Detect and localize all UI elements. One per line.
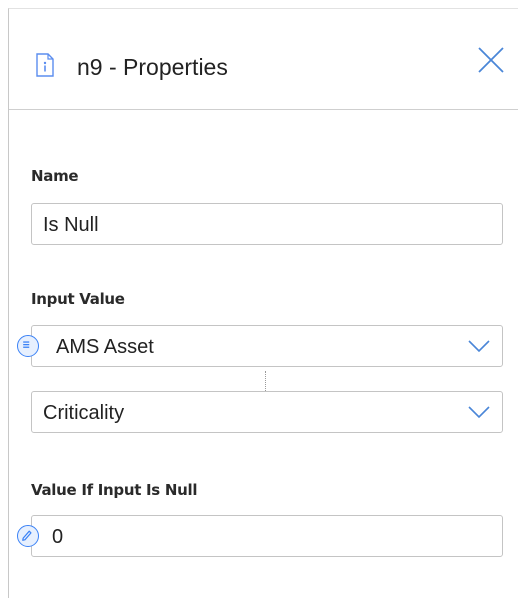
- null-value-field[interactable]: 0: [31, 515, 503, 557]
- input-field-value: Criticality: [43, 402, 125, 424]
- name-value: Is Null: [43, 214, 99, 236]
- properties-panel: n9 - Properties Name Is Null Input Value…: [8, 8, 518, 598]
- input-field-select[interactable]: Criticality: [31, 391, 503, 433]
- panel-title: n9 - Properties: [77, 54, 228, 80]
- input-source-select[interactable]: AMS Asset: [31, 325, 503, 367]
- name-label: Name: [31, 167, 79, 185]
- input-source-value: AMS Asset: [56, 336, 154, 358]
- chevron-down-icon[interactable]: [468, 339, 490, 353]
- input-value-label: Input Value: [31, 290, 125, 308]
- pencil-icon[interactable]: [17, 525, 39, 547]
- document-info-icon: [36, 53, 54, 77]
- null-value: 0: [52, 526, 64, 548]
- null-value-label: Value If Input Is Null: [31, 481, 198, 499]
- panel-header: n9 - Properties: [9, 9, 518, 110]
- close-icon[interactable]: [476, 45, 506, 75]
- chevron-down-icon[interactable]: [468, 405, 490, 419]
- name-field[interactable]: Is Null: [31, 203, 503, 245]
- list-icon[interactable]: [17, 335, 39, 357]
- connector-line: [265, 371, 266, 391]
